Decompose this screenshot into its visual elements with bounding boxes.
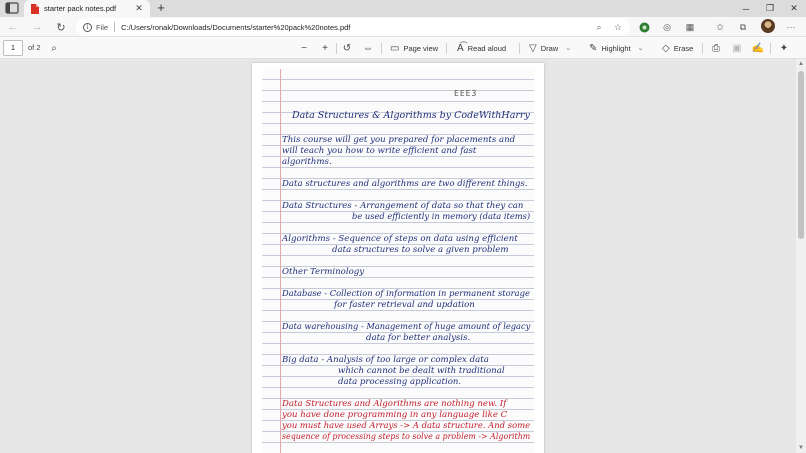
highlight-label: Highlight [601, 43, 631, 53]
notes-line: data structures to solve a given problem [332, 245, 509, 255]
immersive-reader-icon[interactable]: ▦ [683, 20, 697, 34]
tracking-icon[interactable]: ◎ [660, 20, 674, 34]
notes-line: Data structures and algorithms are two d… [282, 179, 528, 189]
file-label: File [96, 22, 109, 32]
scroll-thumb[interactable] [798, 71, 804, 239]
notes-red-line: Data Structures and Algorithms are nothi… [282, 399, 507, 409]
chevron-down-icon[interactable]: ⌄ [565, 44, 571, 52]
profile-avatar[interactable] [761, 19, 775, 33]
notes-line: Other Terminology [282, 267, 365, 277]
add-favorite-icon[interactable]: ☆ [611, 20, 625, 34]
notes-line: will teach you how to write efficient an… [282, 146, 477, 156]
highlight-icon: ✎ [589, 42, 598, 54]
erase-button[interactable]: ◇ Erase [662, 40, 693, 56]
info-icon[interactable]: i [83, 22, 92, 32]
zoom-in-icon[interactable]: + [318, 40, 332, 56]
draw-icon: ▽ [529, 42, 537, 54]
pdf-viewer[interactable]: EEE3 Data Structures & Algorithms by Cod… [0, 59, 796, 453]
notes-line: for faster retrieval and updation [334, 300, 475, 310]
address-bar[interactable]: i File C:/Users/ronak/Downloads/Document… [76, 18, 630, 36]
toolbar-divider [519, 43, 520, 54]
tab-actions-icon[interactable] [5, 2, 19, 14]
page-view-icon: ▭ [390, 42, 400, 54]
notes-red-line: sequence of processing steps to solve a … [282, 432, 531, 442]
eraser-icon: ◇ [662, 42, 670, 54]
save-icon[interactable]: ▣ [730, 40, 744, 56]
notebook-margin [280, 69, 281, 453]
notes-line: Algorithms - Sequence of steps on data u… [282, 234, 518, 244]
maximize-icon[interactable]: ❐ [758, 0, 782, 17]
tab-strip: starter pack notes.pdf ✕ + ─ ❐ ✕ [0, 0, 806, 17]
notes-red-line: you must have used Arrays -> A data stru… [282, 421, 531, 431]
pdf-page: EEE3 Data Structures & Algorithms by Cod… [252, 63, 544, 453]
notes-line: Big data - Analysis of too large or comp… [282, 355, 489, 365]
toolbar-divider [336, 43, 337, 54]
scroll-down-icon[interactable]: ▼ [796, 443, 806, 453]
toolbar-divider [446, 43, 447, 54]
notes-line: which cannot be dealt with traditional [338, 366, 505, 376]
page-view-button[interactable]: ▭ Page view [390, 40, 438, 56]
notes-red-line: you have done programming in any languag… [282, 410, 508, 420]
minimize-icon[interactable]: ─ [734, 0, 758, 17]
notes-line: data processing application. [338, 377, 462, 387]
pdf-toolbar: 1 of 2 ⌕ − + ↺ ⇔ ▭ Page view A͡ Read alo… [0, 37, 806, 59]
new-tab-button[interactable]: + [154, 1, 168, 15]
notes-line: be used efficiently in memory (data item… [352, 212, 531, 222]
save-as-icon[interactable]: ✍ [751, 40, 765, 56]
notes-line: algorithms. [282, 157, 332, 167]
notes-title: Data Structures & Algorithms by CodeWith… [292, 110, 530, 121]
address-separator [114, 22, 116, 32]
refresh-icon[interactable]: ↻ [53, 19, 69, 35]
read-aloud-icon: A͡ [457, 42, 464, 54]
draw-label: Draw [540, 43, 559, 53]
chevron-down-icon[interactable]: ⌄ [638, 44, 644, 52]
vertical-scrollbar[interactable]: ▲ ▼ [796, 59, 806, 453]
page-stamp: EEE3 [454, 89, 478, 98]
favorites-icon[interactable]: ✩ [713, 20, 727, 34]
read-aloud-label: Read aloud [467, 43, 507, 53]
search-icon[interactable]: ⌕ [48, 40, 60, 56]
zoom-out-icon[interactable]: − [297, 40, 311, 56]
url-text[interactable]: C:/Users/ronak/Downloads/Documents/start… [121, 23, 350, 32]
tab-title: starter pack notes.pdf [44, 4, 117, 13]
browser-tab[interactable]: starter pack notes.pdf ✕ [24, 0, 150, 17]
pin-toolbar-icon[interactable]: ✦ [777, 40, 791, 56]
fit-page-icon[interactable]: ⇔ [361, 40, 375, 56]
notes-line: This course will get you prepared for pl… [282, 135, 516, 145]
notes-line: Data Structures - Arrangement of data so… [282, 201, 524, 211]
page-count: of 2 [28, 43, 41, 52]
notebook-photo: EEE3 Data Structures & Algorithms by Cod… [262, 69, 534, 453]
draw-button[interactable]: ▽ Draw ⌄ [529, 40, 571, 56]
toolbar-divider [381, 43, 382, 54]
zoom-icon[interactable]: ⌕ [592, 20, 606, 34]
more-menu-icon[interactable]: ··· [784, 20, 798, 34]
highlight-button[interactable]: ✎ Highlight ⌄ [589, 40, 643, 56]
extension-icon[interactable] [637, 20, 651, 34]
page-number-input[interactable]: 1 [3, 40, 23, 56]
pdf-file-icon [31, 3, 39, 14]
address-bar-row: ← → ↻ i File C:/Users/ronak/Downloads/Do… [0, 17, 806, 37]
page-view-label: Page view [403, 43, 439, 53]
rotate-icon[interactable]: ↺ [340, 40, 354, 56]
read-aloud-button[interactable]: A͡ Read aloud [457, 40, 506, 56]
notes-line: Data warehousing - Management of huge am… [282, 322, 531, 332]
toolbar-divider [770, 43, 771, 54]
toolbar-divider [702, 43, 703, 54]
print-icon[interactable]: ⎙ [709, 40, 723, 56]
erase-label: Erase [673, 43, 694, 53]
forward-icon[interactable]: → [29, 19, 45, 35]
scroll-up-icon[interactable]: ▲ [796, 59, 806, 69]
collections-icon[interactable]: ⧉ [736, 20, 750, 34]
back-icon[interactable]: ← [5, 19, 21, 35]
notes-line: data for better analysis. [366, 333, 471, 343]
tab-close-icon[interactable]: ✕ [134, 3, 144, 14]
notes-line: Database - Collection of information in … [282, 289, 530, 299]
close-icon[interactable]: ✕ [782, 0, 806, 17]
